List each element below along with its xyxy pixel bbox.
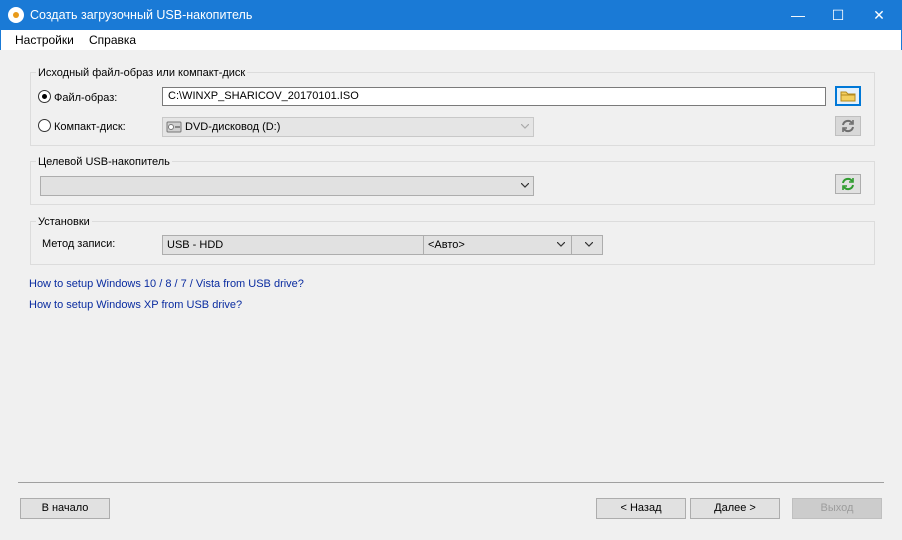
chevron-down-icon [521, 124, 529, 129]
cd-radio[interactable]: Компакт-диск: [38, 119, 126, 133]
chevron-down-icon [521, 183, 529, 188]
usb-drive-select[interactable] [40, 176, 534, 196]
radio-indicator[interactable] [38, 119, 51, 132]
cd-drive-select[interactable]: DVD-дисковод (D:) [162, 117, 534, 137]
refresh-icon [842, 177, 854, 191]
link-setup-win10[interactable]: How to setup Windows 10 / 8 / 7 / Vista … [29, 278, 304, 290]
method-label: Метод записи: [42, 238, 116, 250]
chevron-down-icon [585, 242, 593, 247]
image-radio[interactable]: Файл-образ: [38, 90, 117, 104]
chevron-down-icon [557, 242, 565, 247]
app-icon [8, 7, 24, 23]
menu-help[interactable]: Справка [89, 33, 136, 47]
title-bar: Создать загрузочный USB-накопитель — ☐ ✕ [0, 0, 902, 30]
method-field[interactable]: USB - HDD [162, 235, 424, 255]
dvd-drive-icon [166, 121, 182, 133]
maximize-button[interactable]: ☐ [815, 0, 861, 30]
image-radio-label: Файл-образ: [54, 92, 118, 104]
mode-value: <Авто> [428, 239, 465, 251]
method-value: USB - HDD [167, 239, 224, 251]
exit-button[interactable]: Выход [792, 498, 882, 519]
browse-button[interactable] [835, 86, 861, 106]
close-button[interactable]: ✕ [856, 0, 902, 30]
cd-radio-label: Компакт-диск: [54, 121, 126, 133]
link-setup-winxp[interactable]: How to setup Windows XP from USB drive? [29, 299, 242, 311]
next-button[interactable]: Далее > [690, 498, 780, 519]
radio-indicator[interactable] [38, 90, 51, 103]
image-path-field[interactable]: C:\WINXP_SHARICOV_20170101.ISO [162, 87, 826, 106]
source-group-caption: Исходный файл-образ или компакт-диск [36, 67, 248, 79]
back-button[interactable]: < Назад [596, 498, 686, 519]
target-group-caption: Целевой USB-накопитель [36, 156, 172, 168]
extra-select[interactable] [571, 235, 603, 255]
menu-settings[interactable]: Настройки [15, 33, 74, 47]
cd-drive-value: DVD-дисковод (D:) [185, 121, 281, 133]
cd-refresh-button[interactable] [835, 116, 861, 136]
home-button[interactable]: В начало [20, 498, 110, 519]
refresh-icon [842, 119, 854, 133]
folder-icon [840, 91, 856, 102]
window-title: Создать загрузочный USB-накопитель [30, 8, 253, 22]
mode-select[interactable]: <Авто> [423, 235, 572, 255]
settings-group-caption: Установки [36, 216, 92, 228]
usb-refresh-button[interactable] [835, 174, 861, 194]
footer-divider [18, 482, 884, 483]
menu-bar: Настройки Справка [0, 30, 902, 50]
